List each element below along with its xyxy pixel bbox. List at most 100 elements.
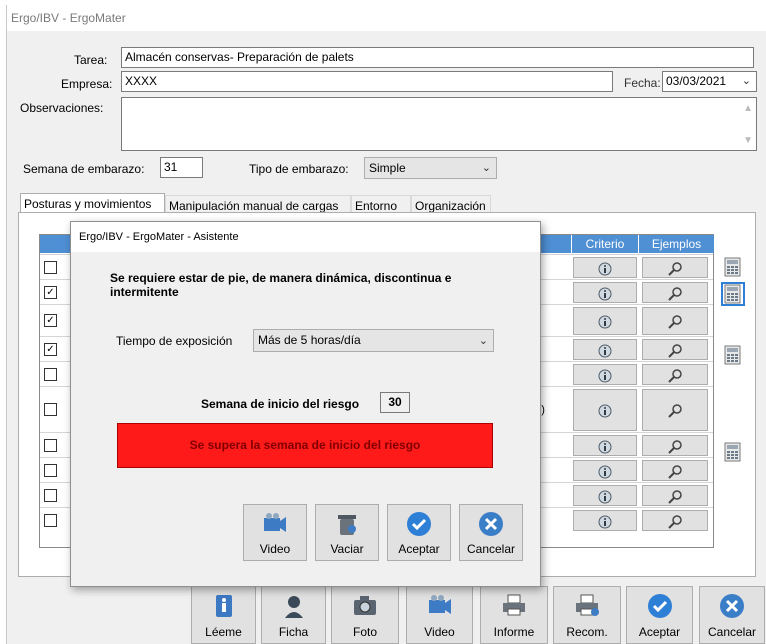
ejemplos-button[interactable]	[642, 510, 708, 531]
empresa-field[interactable]: XXXX	[121, 71, 613, 92]
semana-label: Semana de embarazo:	[23, 162, 145, 176]
chevron-down-icon[interactable]: ⌄	[482, 161, 491, 174]
dialog-aceptar-button[interactable]: Aceptar	[387, 504, 451, 561]
dialog-title-bar: Ergo/IBV - ErgoMater - Asistente	[71, 222, 540, 252]
ejemplos-button[interactable]	[642, 389, 708, 431]
semana-field[interactable]: 31	[160, 157, 203, 178]
video-button[interactable]: Video	[406, 586, 473, 644]
ejemplos-button[interactable]	[642, 435, 708, 456]
criterio-button[interactable]	[573, 364, 637, 385]
row-checkbox[interactable]	[44, 403, 57, 416]
row-checkbox[interactable]	[44, 488, 57, 502]
leeme-button[interactable]: Léeme	[191, 586, 256, 644]
row-checkbox[interactable]: ✓	[44, 314, 57, 327]
start-week-label: Semana de inicio del riesgo	[201, 397, 360, 411]
info-icon	[598, 315, 612, 329]
cancelar-button[interactable]: Cancelar	[699, 586, 765, 644]
info-icon	[598, 287, 612, 300]
magnifier-icon	[668, 286, 682, 301]
foto-button[interactable]: Foto	[331, 586, 399, 644]
observaciones-label: Observaciones:	[20, 101, 104, 115]
observaciones-textarea[interactable]: ▲ ▼	[121, 97, 757, 151]
fecha-picker[interactable]: 03/03/2021 ⌄	[662, 71, 757, 92]
dialog-cancelar-button[interactable]: Cancelar	[459, 504, 523, 561]
tipo-select[interactable]: Simple ⌄	[364, 157, 497, 179]
empresa-label: Empresa:	[61, 77, 113, 91]
check-circle-icon	[407, 512, 431, 536]
criterio-button[interactable]	[573, 510, 637, 531]
magnifier-icon	[668, 315, 682, 329]
magnifier-icon	[668, 489, 682, 504]
ejemplos-button[interactable]	[642, 257, 708, 278]
foto-label: Foto	[352, 625, 377, 639]
chevron-down-icon[interactable]: ⌄	[742, 74, 751, 87]
calculator-icon[interactable]	[723, 442, 743, 462]
requirement-text: Se requiere estar de pie, de manera diná…	[110, 271, 452, 299]
row-checkbox[interactable]	[44, 367, 57, 381]
ejemplos-button[interactable]	[642, 460, 708, 481]
criterio-button[interactable]	[573, 282, 637, 303]
magnifier-icon	[668, 439, 682, 454]
criterio-button[interactable]	[573, 460, 637, 481]
info-icon	[598, 262, 612, 275]
recom-button[interactable]: Recom.	[553, 586, 621, 644]
tarea-label: Tarea:	[74, 53, 108, 67]
col-ejemplos: Ejemplos	[638, 235, 714, 253]
dialog-aceptar-label: Aceptar	[398, 542, 440, 556]
exposure-select[interactable]: Más de 5 horas/día ⌄	[253, 329, 494, 352]
dialog-vaciar-button[interactable]: Vaciar	[315, 504, 379, 561]
magnifier-icon	[668, 368, 682, 383]
fecha-value: 03/03/2021	[666, 74, 727, 88]
scroll-up-icon[interactable]: ▲	[743, 103, 753, 114]
aceptar-button[interactable]: Aceptar	[626, 586, 693, 644]
informe-button[interactable]: Informe	[480, 586, 548, 644]
ficha-button[interactable]: Ficha	[261, 586, 326, 644]
scroll-down-icon[interactable]: ▼	[743, 135, 753, 146]
row-checkbox[interactable]	[44, 438, 57, 452]
info-icon	[598, 465, 612, 478]
informe-label: Informe	[493, 625, 535, 639]
tipo-label: Tipo de embarazo:	[249, 162, 349, 176]
row-checkbox[interactable]	[44, 260, 57, 274]
aceptar-label: Aceptar	[638, 625, 681, 639]
row-checkbox[interactable]: ✓	[44, 285, 57, 299]
magnifier-icon	[668, 464, 682, 479]
video-camera-icon	[264, 513, 286, 532]
info-icon	[598, 404, 612, 418]
printer-recommendation-icon	[576, 594, 599, 616]
criterio-button[interactable]	[573, 339, 637, 360]
ejemplos-button[interactable]	[642, 339, 708, 360]
ejemplos-button[interactable]	[642, 485, 708, 506]
magnifier-icon	[668, 261, 682, 276]
ejemplos-button[interactable]	[642, 364, 708, 385]
ficha-label: Ficha	[278, 625, 309, 639]
row-checkbox[interactable]	[44, 513, 57, 527]
exposure-label: Tiempo de exposición	[116, 334, 233, 348]
calculator-icon-selected[interactable]	[721, 282, 745, 306]
tarea-field[interactable]: Almacén conservas- Preparación de palets	[121, 47, 754, 68]
criterio-button[interactable]	[573, 307, 637, 335]
calculator-icon[interactable]	[723, 345, 743, 365]
criterio-button[interactable]	[573, 257, 637, 278]
info-book-icon	[215, 595, 232, 617]
calculator-icon[interactable]	[723, 257, 743, 277]
magnifier-icon	[668, 514, 682, 529]
warning-banner: Se supera la semana de inicio del riesgo	[117, 423, 493, 468]
chevron-down-icon[interactable]: ⌄	[479, 334, 488, 347]
row-checkbox[interactable]	[44, 463, 57, 477]
cancelar-label: Cancelar	[707, 625, 757, 639]
criterio-button[interactable]	[573, 485, 637, 506]
info-icon	[598, 344, 612, 357]
dialog-video-label: Video	[259, 542, 291, 556]
criterio-button[interactable]	[573, 389, 637, 431]
row-checkbox[interactable]: ✓	[44, 342, 57, 356]
ejemplos-button[interactable]	[642, 282, 708, 303]
criterio-button[interactable]	[573, 435, 637, 456]
title-bar: Ergo/IBV - ErgoMater	[7, 5, 766, 31]
camera-icon	[354, 596, 376, 615]
info-icon	[598, 490, 612, 503]
person-icon	[284, 596, 303, 618]
dialog-video-button[interactable]: Video	[243, 504, 307, 561]
check-circle-icon	[647, 594, 672, 618]
ejemplos-button[interactable]	[642, 307, 708, 335]
